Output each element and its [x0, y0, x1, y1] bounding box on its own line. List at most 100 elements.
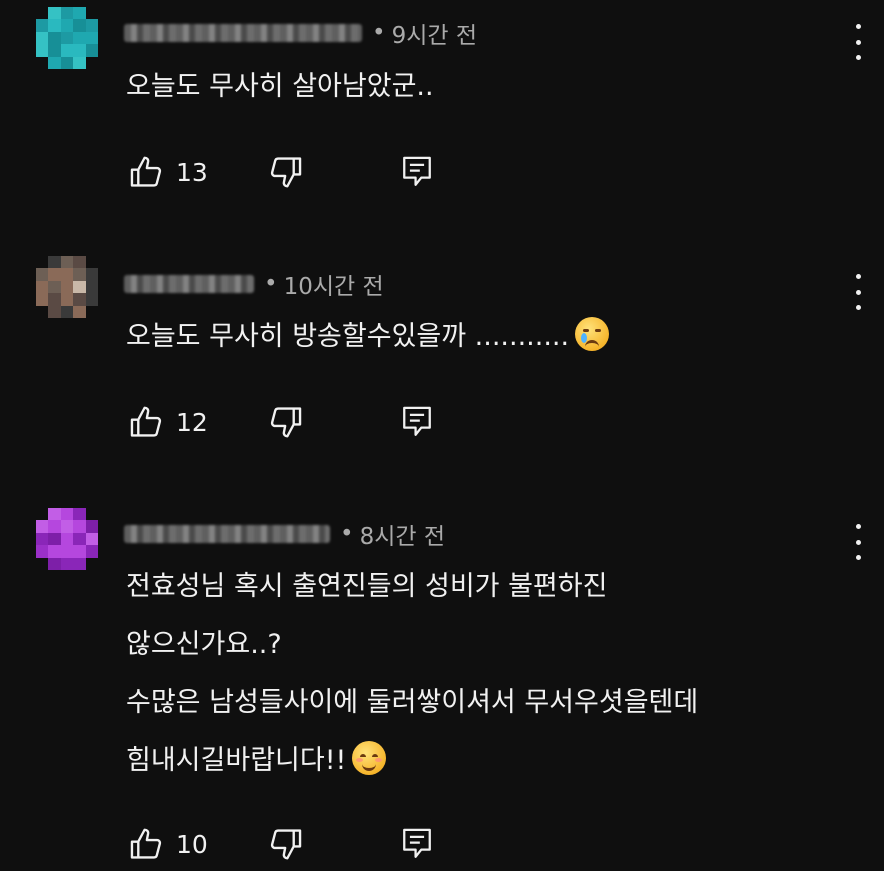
comment-text: 전효성님 혹시 출연진들의 성비가 불편하진 않으신가요..? 수많은 남성들사… — [126, 558, 698, 790]
avatar-pixel — [85, 532, 98, 546]
comment-text: 오늘도 무사히 방송할수있을까 ........... — [126, 308, 610, 366]
comment-time: 9시간 전 — [391, 23, 478, 49]
avatar-pixel — [85, 280, 98, 294]
thumbs-up-icon[interactable] — [128, 825, 166, 863]
avatar-pixel — [36, 508, 49, 521]
avatar[interactable] — [36, 508, 98, 570]
comment-actions: 13 — [128, 152, 434, 192]
avatar-pixel — [85, 268, 98, 281]
comment-meta: • 8시간 전 — [124, 519, 445, 550]
avatar-pixel — [60, 508, 74, 521]
avatar-pixel — [48, 545, 61, 558]
thumbs-up-icon[interactable] — [128, 153, 166, 191]
avatar-pixel — [48, 268, 61, 281]
avatar-pixel — [36, 305, 49, 318]
crying-face-icon — [575, 317, 610, 351]
comment-time: 10시간 전 — [283, 274, 384, 300]
author-name-blurred[interactable] — [124, 275, 254, 293]
more-vert-icon[interactable] — [848, 24, 868, 60]
avatar-pixel — [48, 31, 61, 45]
more-vert-icon[interactable] — [848, 274, 868, 310]
separator-dot: • — [372, 20, 386, 46]
avatar-pixel — [73, 56, 86, 69]
avatar-pixel — [36, 280, 49, 294]
avatar-pixel — [85, 56, 98, 69]
avatar-pixel — [36, 56, 49, 69]
avatar-pixel — [36, 7, 49, 20]
avatar-pixel — [85, 508, 98, 521]
thumbs-down-icon[interactable] — [266, 825, 304, 863]
author-name-blurred[interactable] — [124, 525, 330, 543]
separator-dot: • — [340, 521, 354, 547]
avatar-pixel — [85, 44, 98, 57]
avatar[interactable] — [36, 256, 98, 318]
avatar-pixel — [73, 7, 86, 20]
avatar-pixel — [85, 31, 98, 45]
avatar-pixel — [60, 293, 74, 306]
avatar-pixel — [73, 19, 86, 32]
avatar-pixel — [85, 520, 98, 533]
avatar-pixel — [60, 268, 74, 281]
avatar-pixel — [60, 532, 74, 546]
avatar-pixel — [60, 557, 74, 570]
comment-actions: 10 — [128, 824, 434, 864]
avatar-pixel — [36, 19, 49, 32]
like-count: 12 — [176, 407, 208, 437]
avatar-pixel — [73, 280, 86, 294]
comment-text-line: 오늘도 무사히 방송할수있을까 ........... — [126, 308, 610, 366]
comment-text: 오늘도 무사히 살아남았군.. — [126, 58, 434, 116]
more-vert-icon[interactable] — [848, 524, 868, 560]
reply-icon[interactable] — [400, 153, 434, 191]
avatar[interactable] — [36, 7, 98, 69]
thumbs-down-icon[interactable] — [266, 153, 304, 191]
avatar-pixel — [60, 19, 74, 32]
avatar-pixel — [60, 256, 74, 269]
avatar-pixel — [85, 7, 98, 20]
author-name-blurred[interactable] — [124, 24, 362, 42]
avatar-pixel — [60, 545, 74, 558]
avatar-pixel — [48, 557, 61, 570]
reply-icon[interactable] — [400, 403, 434, 441]
avatar-pixel — [60, 56, 74, 69]
avatar-pixel — [36, 557, 49, 570]
avatar-pixel — [73, 305, 86, 318]
avatar-pixel — [60, 7, 74, 20]
avatar-pixel — [48, 256, 61, 269]
like-count: 10 — [176, 829, 208, 859]
avatar-pixel — [36, 293, 49, 306]
reply-icon[interactable] — [400, 825, 434, 863]
comment-text-line: 수많은 남성들사이에 둘러쌓이셔서 무서우셧을텐데 — [126, 687, 699, 718]
avatar-pixel — [36, 532, 49, 546]
avatar-pixel — [85, 256, 98, 269]
avatar-pixel — [85, 293, 98, 306]
avatar-pixel — [60, 44, 74, 57]
avatar-pixel — [36, 44, 49, 57]
avatar-pixel — [85, 19, 98, 32]
avatar-pixel — [73, 545, 86, 558]
avatar-pixel — [48, 520, 61, 533]
avatar-pixel — [85, 557, 98, 570]
comment-meta: • 10시간 전 — [124, 269, 384, 300]
avatar-pixel — [36, 520, 49, 533]
avatar-pixel — [36, 545, 49, 558]
avatar-pixel — [60, 31, 74, 45]
avatar-pixel — [60, 280, 74, 294]
comment-text-line: 오늘도 무사히 살아남았군.. — [126, 71, 434, 102]
avatar-pixel — [85, 545, 98, 558]
avatar-pixel — [60, 520, 74, 533]
comment-meta: • 9시간 전 — [124, 18, 478, 49]
avatar-pixel — [73, 557, 86, 570]
avatar-pixel — [60, 305, 74, 318]
avatar-pixel — [48, 280, 61, 294]
comment-text-line: 않으신가요..? — [126, 629, 282, 660]
avatar-pixel — [73, 520, 86, 533]
avatar-pixel — [48, 305, 61, 318]
thumbs-up-icon[interactable] — [128, 403, 166, 441]
smiling-face-icon — [352, 741, 387, 775]
avatar-pixel — [73, 532, 86, 546]
avatar-pixel — [36, 256, 49, 269]
avatar-pixel — [48, 7, 61, 20]
avatar-pixel — [73, 508, 86, 521]
thumbs-down-icon[interactable] — [266, 403, 304, 441]
avatar-pixel — [48, 19, 61, 32]
